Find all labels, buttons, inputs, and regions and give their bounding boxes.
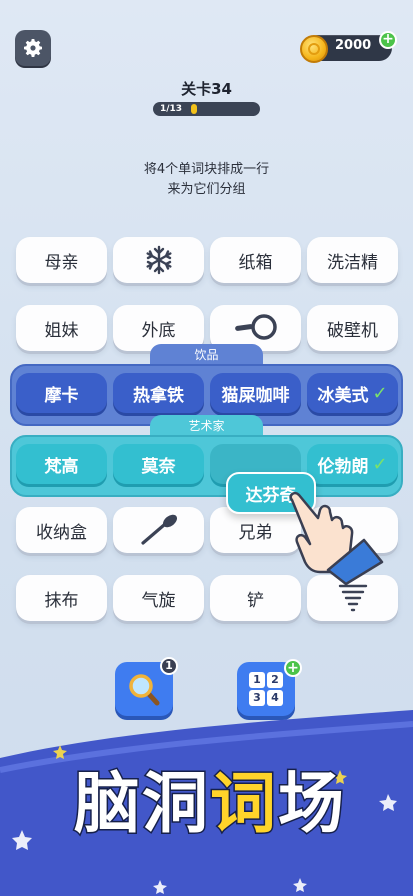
coin-value: 2000	[335, 38, 372, 53]
group-tile[interactable]: 摩卡	[16, 373, 107, 413]
group-tile[interactable]: 梵高	[16, 444, 107, 484]
word-tile[interactable]: 气旋	[113, 575, 204, 621]
word-tile[interactable]: 姐妹	[16, 305, 107, 351]
card-digit: 1	[249, 672, 265, 688]
word-tile[interactable]: 抹布	[16, 575, 107, 621]
group-tile-complete[interactable]: 伦勃朗 ✓	[307, 444, 398, 484]
shuffle-add-badge[interactable]: +	[284, 659, 302, 677]
number-cards-icon: 1 2 3 4	[249, 672, 283, 706]
coin-icon	[300, 35, 328, 63]
card-digit: 3	[249, 690, 265, 706]
word-tile[interactable]: 洗洁精	[307, 237, 398, 283]
progress-fill	[191, 104, 197, 114]
word-tile[interactable]: 收纳盒	[16, 507, 107, 553]
logo-char: 场	[277, 764, 346, 844]
check-icon: ✓	[372, 453, 388, 475]
tornado-icon	[338, 584, 367, 612]
game-logo-title: 脑洞词场	[20, 750, 400, 846]
add-coins-button[interactable]: +	[379, 31, 397, 49]
logo-char-highlight: 词	[209, 764, 278, 844]
card-digit: 4	[267, 690, 283, 706]
group-tile-complete[interactable]: 冰美式 ✓	[307, 373, 398, 413]
magnifier-icon	[129, 674, 160, 706]
group-tile[interactable]: 热拿铁	[113, 373, 204, 413]
group-label-artists: 艺术家	[150, 415, 263, 437]
word-tile[interactable]: 纸箱	[210, 237, 301, 283]
word-tile[interactable]: 破壁机	[307, 305, 398, 351]
word-tile[interactable]: 母亲	[16, 237, 107, 283]
word-tile-spoon[interactable]	[113, 507, 204, 553]
logo-char: 洞	[141, 764, 210, 844]
hint-count-badge: 1	[160, 657, 178, 675]
group-label-drinks: 饮品	[150, 344, 263, 366]
instruction-line-2: 来为它们分组	[167, 182, 246, 197]
spoon-icon	[140, 514, 177, 545]
level-title: 关卡34	[181, 80, 232, 98]
snowflake-icon	[146, 245, 171, 275]
settings-button[interactable]	[15, 30, 51, 66]
progress-label: 1/13	[160, 104, 183, 114]
group-tile[interactable]: 猫屎咖啡	[210, 373, 301, 413]
logo-char: 脑	[73, 764, 142, 844]
card-digit: 2	[267, 672, 283, 688]
pointing-hand-icon	[289, 491, 384, 585]
word-tile-snowflake[interactable]	[113, 237, 204, 283]
group-tile-label: 伦勃朗	[317, 456, 369, 477]
frying-pan-icon	[234, 314, 277, 340]
gear-icon	[24, 39, 42, 57]
group-tile-label: 冰美式	[317, 385, 369, 406]
check-icon: ✓	[372, 382, 388, 404]
group-tile[interactable]: 莫奈	[113, 444, 204, 484]
instruction-line-1: 将4个单词块排成一行	[143, 162, 270, 177]
